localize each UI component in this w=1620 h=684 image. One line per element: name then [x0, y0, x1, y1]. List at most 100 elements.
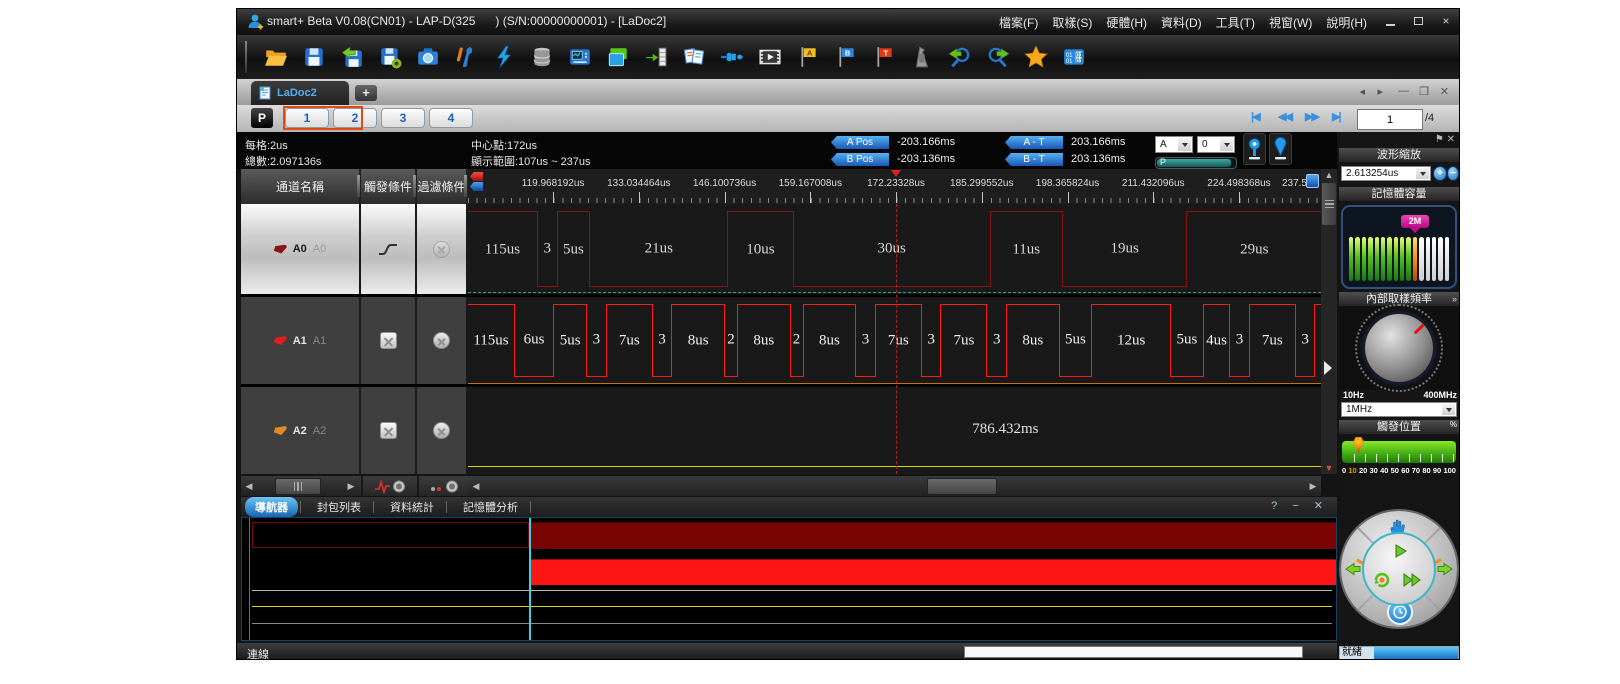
minimize-button[interactable]	[1381, 13, 1399, 29]
page-button-4[interactable]: 4	[429, 108, 473, 128]
menu-取樣[interactable]: 取樣(S)	[1052, 16, 1092, 30]
new-tab-button[interactable]: +	[355, 85, 377, 101]
prev-page-button[interactable]: ◀◀	[1278, 110, 1291, 123]
navigation-wheel[interactable]	[1341, 511, 1457, 627]
channel-name-cell[interactable]: A0A0	[241, 204, 361, 294]
channel-row-A2[interactable]: A2A2	[241, 387, 468, 474]
trigger-camera-button[interactable]	[361, 476, 419, 496]
fast-forward-button[interactable]	[1402, 572, 1422, 588]
binary-data-button[interactable]: 01010101	[1059, 42, 1089, 72]
zoom-in-button[interactable]: +	[1433, 166, 1447, 181]
mdi-close-icon[interactable]: ✕	[1440, 85, 1449, 98]
place-marker-a-button[interactable]	[1243, 133, 1266, 165]
restore-button[interactable]	[1409, 13, 1427, 29]
mdi-minimize-icon[interactable]: —	[1398, 85, 1409, 97]
save-file-button[interactable]	[299, 42, 329, 72]
menu-說明[interactable]: 說明(H)	[1326, 16, 1367, 30]
settings-tools-button[interactable]	[451, 42, 481, 72]
menu-檔案[interactable]: 檔案(F)	[999, 16, 1038, 30]
scroll-down-icon[interactable]: ▼	[1321, 462, 1337, 474]
panel-tab-1[interactable]: 封包列表	[307, 497, 371, 517]
tab-scroll-right-icon[interactable]: ▸	[1377, 85, 1383, 98]
video-record-button[interactable]	[755, 42, 785, 72]
page-number-input[interactable]	[1357, 109, 1423, 130]
column-header-0[interactable]: 通道名稱	[241, 169, 361, 204]
frequency-value-select[interactable]: 1MHz	[1341, 402, 1457, 417]
scroll-left-icon[interactable]: ◀	[470, 476, 482, 496]
column-header-2[interactable]: 過濾條件	[417, 169, 468, 204]
tab-scroll-left-icon[interactable]: ◂	[1359, 85, 1365, 98]
zoom-value-select[interactable]: 2.613254us	[1341, 166, 1431, 181]
cursor-badge-apos[interactable]: A Pos	[831, 136, 889, 149]
memory-capacity-widget[interactable]: 2M	[1341, 205, 1457, 289]
channel-name-cell[interactable]: A2A2	[241, 387, 361, 474]
panel-tab-3[interactable]: 記憶體分析	[453, 497, 528, 517]
waveform-vertical-scrollbar[interactable]: ▲ ▼	[1321, 169, 1337, 474]
waveform-row-A2[interactable]: 786.432ms	[468, 387, 1321, 474]
connector-button[interactable]	[717, 42, 747, 72]
marker-right-icon[interactable]	[1306, 174, 1319, 188]
memory-device-button[interactable]	[527, 42, 557, 72]
trigger-marker-icon[interactable]	[891, 170, 901, 177]
waveform-row-A0[interactable]: 115us35us21us10us30us11us19us29us	[468, 204, 1321, 294]
scroll-right-icon[interactable]: ▶	[1307, 476, 1319, 496]
next-page-button[interactable]: ▶▶	[1305, 110, 1318, 123]
last-page-button[interactable]: ▶|	[1332, 110, 1340, 123]
waveform-row-A1[interactable]: 115us6us5us37us38us28us28us37us37us38us5…	[468, 297, 1321, 384]
bottom-panel-controls[interactable]: ? − ✕	[1271, 499, 1329, 512]
repeat-button[interactable]	[1372, 570, 1392, 590]
file-compare-button[interactable]	[679, 42, 709, 72]
play-button[interactable]	[1391, 542, 1409, 560]
mdi-restore-icon[interactable]: ❒	[1419, 85, 1429, 98]
first-page-button[interactable]: |◀	[1251, 110, 1259, 123]
screenshot-button[interactable]	[413, 42, 443, 72]
cursor-b-offscreen-icon[interactable]	[470, 182, 483, 191]
close-button[interactable]: ×	[1437, 13, 1455, 29]
menu-視窗[interactable]: 視窗(W)	[1269, 16, 1312, 30]
save-back-button[interactable]	[337, 42, 367, 72]
waveform-scroll-thumb[interactable]	[927, 478, 997, 495]
waveform-horizontal-scrollbar[interactable]: ◀ ▶	[468, 476, 1321, 496]
export-file-button[interactable]	[641, 42, 671, 72]
panel-tab-2[interactable]: 資料統計	[380, 497, 444, 517]
filter-condition-cell[interactable]	[417, 387, 468, 474]
zoom-out-button[interactable]: −	[1447, 166, 1459, 181]
channel-scrollbar[interactable]: ◀ ▶	[241, 476, 361, 496]
flag-a-button[interactable]: A	[793, 42, 823, 72]
cursor-badge-bpos[interactable]: B Pos	[831, 153, 889, 166]
filter-condition-cell[interactable]	[417, 204, 468, 294]
toolbar-grip[interactable]	[245, 41, 247, 73]
filter-condition-cell[interactable]	[417, 297, 468, 384]
trigger-condition-cell[interactable]	[361, 387, 417, 474]
flag-b-button[interactable]: B	[831, 42, 861, 72]
time-ruler[interactable]: 119.968192us133.034464us146.100736us159.…	[468, 169, 1321, 205]
channel-row-A0[interactable]: A0A0	[241, 204, 468, 294]
trigger-condition-cell[interactable]	[361, 297, 417, 384]
channel-row-A1[interactable]: A1A1	[241, 297, 468, 384]
scroll-up-icon[interactable]: ▲	[1321, 169, 1337, 181]
trigger-condition-cell[interactable]	[361, 204, 417, 294]
search-next-button[interactable]	[983, 42, 1013, 72]
window-layout-button[interactable]	[603, 42, 633, 72]
sidebar-collapse-handle[interactable]	[1324, 361, 1332, 375]
trigger-flash-button[interactable]	[489, 42, 519, 72]
page-p-button[interactable]: P	[251, 108, 273, 128]
instrument-panel-button[interactable]	[565, 42, 595, 72]
menu-資料[interactable]: 資料(D)	[1161, 16, 1202, 30]
noise-filter-button[interactable]	[907, 42, 937, 72]
menu-硬體[interactable]: 硬體(H)	[1106, 16, 1147, 30]
panel-close-icon[interactable]: ✕	[1447, 134, 1455, 145]
place-marker-b-button[interactable]	[1269, 133, 1292, 165]
vscroll-thumb[interactable]	[1322, 183, 1336, 225]
filter-camera-button[interactable]	[417, 476, 470, 496]
marker-index-select[interactable]: 0	[1197, 136, 1235, 153]
scroll-left-icon[interactable]: ◀	[243, 476, 255, 496]
cursor-badge-a-t[interactable]: A - T	[1005, 136, 1063, 149]
scroll-right-icon[interactable]: ▶	[345, 476, 357, 496]
cursor-a-offscreen-icon[interactable]	[470, 172, 483, 181]
flag-t-button[interactable]: T	[869, 42, 899, 72]
navigator-overview[interactable]	[241, 517, 1337, 641]
column-header-1[interactable]: 觸發條件	[361, 169, 417, 204]
panel-pin-icon[interactable]: ⚑	[1435, 134, 1444, 145]
waveform-area[interactable]: 115us35us21us10us30us11us19us29us115us6u…	[468, 204, 1321, 474]
